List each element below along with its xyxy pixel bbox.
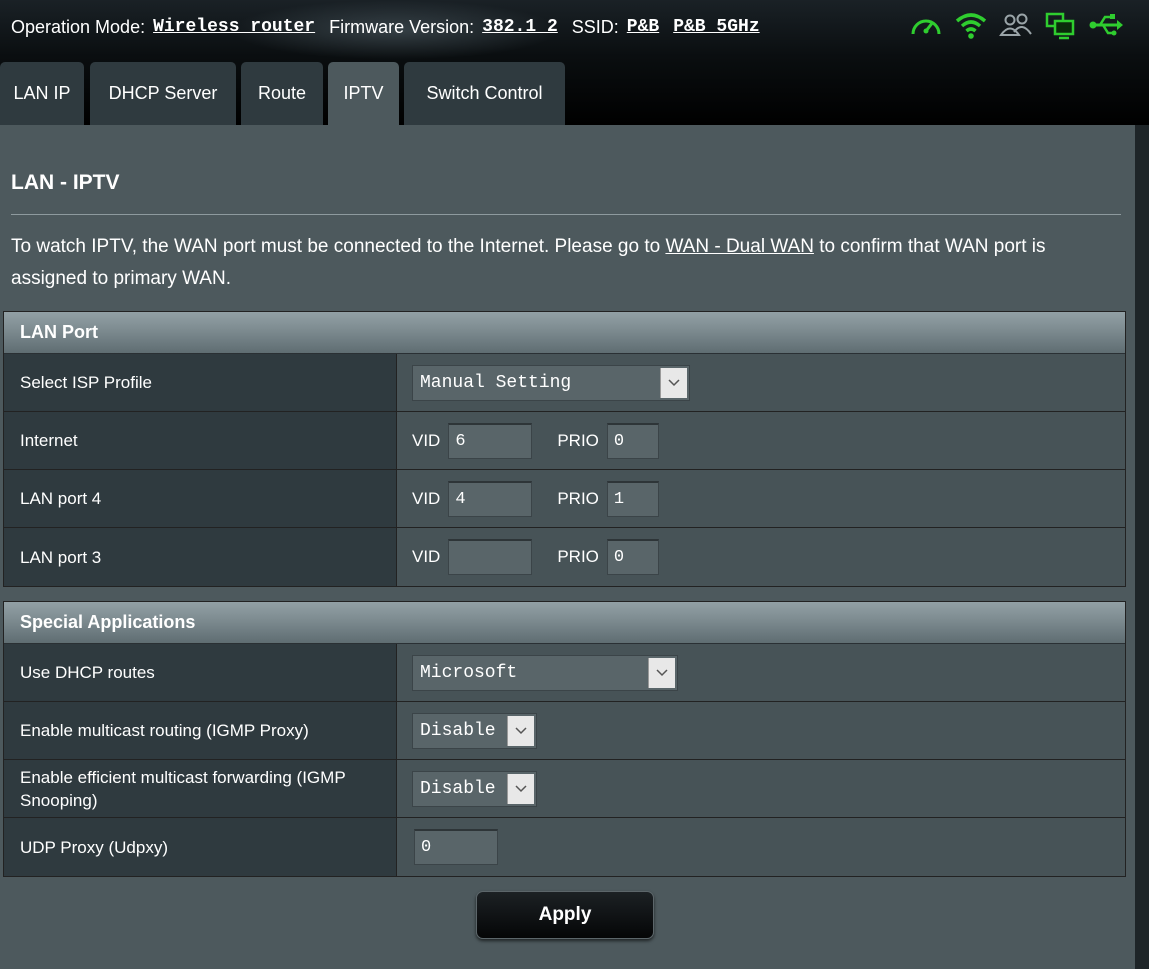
lan-port-4-prio-input[interactable]: 1 bbox=[606, 480, 659, 517]
prio-label: PRIO bbox=[557, 488, 599, 508]
scroll-edge bbox=[1135, 125, 1149, 969]
lan-port-section: LAN Port Select ISP Profile Manual Setti… bbox=[3, 311, 1126, 587]
main-panel: LAN - IPTV To watch IPTV, the WAN port m… bbox=[0, 125, 1135, 969]
tab-lan-ip[interactable]: LAN IP bbox=[0, 62, 84, 125]
tab-switch-control[interactable]: Switch Control bbox=[404, 62, 565, 125]
ssid-5g-link[interactable]: P&B_5GHz bbox=[673, 17, 759, 37]
internet-vid-input[interactable]: 6 bbox=[448, 422, 533, 459]
chevron-down-icon bbox=[660, 367, 687, 398]
lan-port-3-row: LAN port 3 VID PRIO 0 bbox=[4, 528, 1125, 586]
udpxy-row: UDP Proxy (Udpxy) 0 bbox=[4, 818, 1125, 876]
dhcp-routes-select[interactable]: Microsoft bbox=[412, 654, 678, 691]
lan-port-4-row: LAN port 4 VID 4 PRIO 1 bbox=[4, 470, 1125, 528]
usb-icon[interactable] bbox=[1088, 10, 1124, 40]
chevron-down-icon bbox=[507, 715, 534, 746]
igmp-snooping-label: Enable efficient multicast forwarding (I… bbox=[4, 760, 397, 817]
special-applications-section: Special Applications Use DHCP routes Mic… bbox=[3, 601, 1126, 877]
internet-label: Internet bbox=[4, 412, 397, 469]
isp-profile-select[interactable]: Manual Setting bbox=[412, 364, 690, 401]
network-devices-icon[interactable] bbox=[1043, 10, 1079, 40]
vid-label: VID bbox=[412, 430, 441, 450]
dhcp-routes-row: Use DHCP routes Microsoft bbox=[4, 644, 1125, 702]
tab-route[interactable]: Route bbox=[241, 62, 323, 125]
internet-prio-input[interactable]: 0 bbox=[606, 422, 659, 459]
igmp-snooping-select[interactable]: Disable bbox=[412, 770, 537, 807]
ssid-2g-link[interactable]: P&B bbox=[627, 17, 659, 37]
tab-iptv[interactable]: IPTV bbox=[328, 62, 399, 125]
igmp-proxy-row: Enable multicast routing (IGMP Proxy) Di… bbox=[4, 702, 1125, 760]
dhcp-routes-value: Microsoft bbox=[420, 662, 518, 683]
lan-port-header: LAN Port bbox=[4, 312, 1125, 354]
firmware-label: Firmware Version: bbox=[329, 16, 475, 37]
operation-mode-link[interactable]: Wireless router bbox=[153, 17, 315, 37]
igmp-snooping-row: Enable efficient multicast forwarding (I… bbox=[4, 760, 1125, 818]
igmp-proxy-value: Disable bbox=[420, 720, 496, 741]
ssid-label: SSID: bbox=[571, 16, 619, 37]
operation-mode-label: Operation Mode: bbox=[11, 16, 146, 37]
apply-button[interactable]: Apply bbox=[476, 891, 654, 939]
intro-text: To watch IPTV, the WAN port must be conn… bbox=[11, 236, 1046, 289]
speedometer-icon[interactable] bbox=[908, 10, 944, 40]
vid-label: VID bbox=[412, 488, 441, 508]
igmp-snooping-value: Disable bbox=[420, 778, 496, 799]
igmp-proxy-select[interactable]: Disable bbox=[412, 712, 537, 749]
prio-label: PRIO bbox=[557, 430, 599, 450]
status-line: Operation Mode: Wireless router Firmware… bbox=[11, 15, 774, 39]
title-divider bbox=[11, 214, 1121, 215]
dhcp-routes-label: Use DHCP routes bbox=[4, 644, 397, 701]
vid-label: VID bbox=[412, 547, 441, 566]
prio-label: PRIO bbox=[557, 547, 599, 566]
lan-port-3-vid-input[interactable] bbox=[448, 539, 533, 575]
udpxy-label: UDP Proxy (Udpxy) bbox=[4, 818, 397, 876]
isp-profile-value: Manual Setting bbox=[420, 372, 572, 393]
users-icon[interactable] bbox=[998, 10, 1034, 40]
lan-port-4-label: LAN port 4 bbox=[4, 470, 397, 527]
tab-dhcp-server[interactable]: DHCP Server bbox=[90, 62, 236, 125]
status-icons bbox=[908, 10, 1133, 40]
firmware-link[interactable]: 382.1_2 bbox=[482, 17, 558, 37]
lan-port-3-label: LAN port 3 bbox=[4, 528, 397, 586]
isp-profile-row: Select ISP Profile Manual Setting bbox=[4, 354, 1125, 412]
udpxy-input[interactable]: 0 bbox=[414, 829, 498, 865]
internet-row: Internet VID 6 PRIO 0 bbox=[4, 412, 1125, 470]
lan-port-4-vid-input[interactable]: 4 bbox=[448, 480, 533, 517]
special-applications-header: Special Applications bbox=[4, 602, 1125, 644]
lan-port-3-prio-input[interactable]: 0 bbox=[606, 539, 659, 575]
chevron-down-icon bbox=[648, 657, 675, 688]
chevron-down-icon bbox=[507, 773, 534, 804]
wifi-icon[interactable] bbox=[953, 10, 989, 40]
igmp-proxy-label: Enable multicast routing (IGMP Proxy) bbox=[4, 702, 397, 759]
isp-profile-label: Select ISP Profile bbox=[4, 354, 397, 411]
page-title: LAN - IPTV bbox=[11, 171, 120, 194]
wan-dual-wan-link[interactable]: WAN - Dual WAN bbox=[665, 236, 813, 257]
